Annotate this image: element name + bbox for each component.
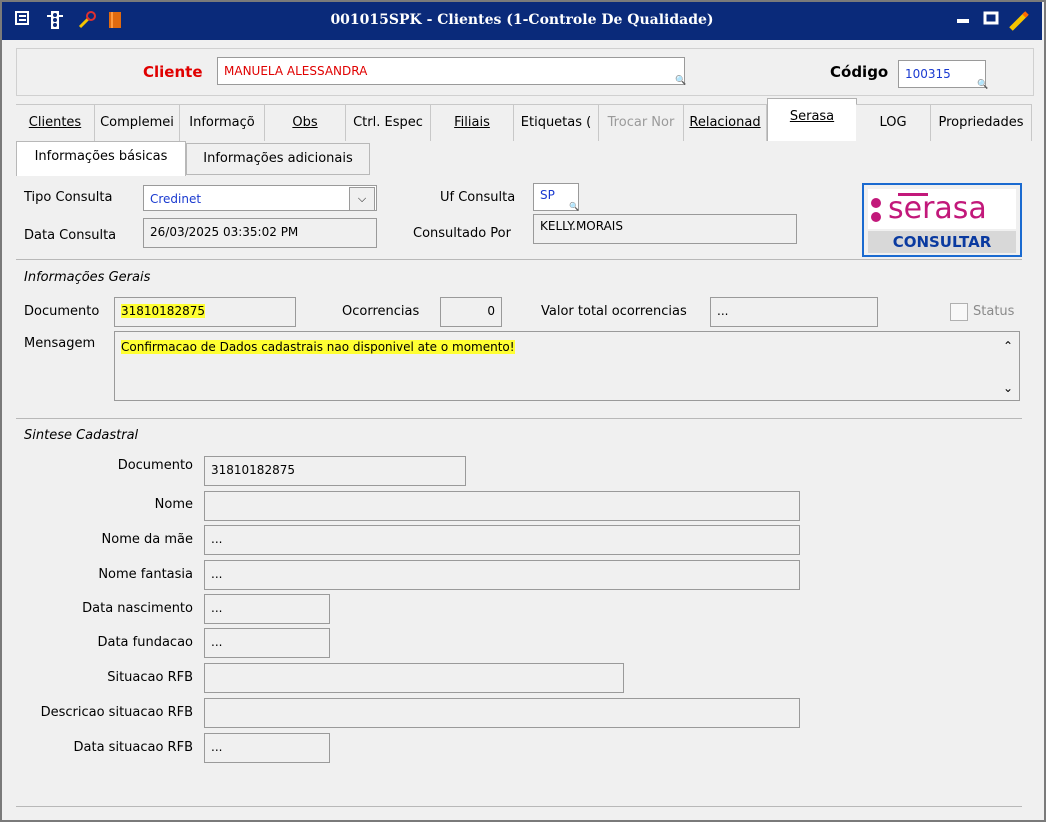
- codigo-input[interactable]: 100315: [898, 60, 986, 88]
- mensagem-textarea[interactable]: Confirmacao de Dados cadastrais nao disp…: [114, 331, 1020, 401]
- separator-sintese: [16, 418, 1022, 419]
- sintese-nome-mae-label: Nome da mãe: [101, 532, 193, 547]
- sintese-data-situacao-rfb-value: ...: [211, 740, 223, 754]
- tab-etiquetas[interactable]: Etiquetas (: [514, 104, 599, 141]
- consultado-por-value: KELLY.MORAIS: [540, 219, 623, 233]
- data-consulta-field: 26/03/2025 03:35:02 PM: [143, 218, 377, 248]
- documento-label: Documento: [24, 304, 100, 319]
- sintese-descricao-rfb-field: [204, 698, 800, 728]
- sintese-nome-fantasia-value: ...: [211, 567, 223, 581]
- sintese-nome-fantasia-field: ...: [204, 560, 800, 590]
- title-bar: 001015SPK - Clientes (1-Controle De Qual…: [2, 2, 1042, 40]
- informacoes-gerais-heading: Informações Gerais: [24, 270, 151, 285]
- sintese-data-nascimento-field: ...: [204, 594, 330, 624]
- cliente-input[interactable]: MANUELA ALESSANDRA: [217, 57, 685, 85]
- cliente-value: MANUELA ALESSANDRA: [224, 64, 368, 78]
- codigo-label: Código: [830, 63, 889, 81]
- tab-informacoes[interactable]: Informaçõ: [180, 104, 265, 141]
- sintese-data-nascimento-value: ...: [211, 601, 223, 615]
- ocorrencias-field: 0: [440, 297, 502, 327]
- sintese-descricao-rfb-label: Descricao situacao RFB: [40, 705, 193, 720]
- sintese-situacao-rfb-label: Situacao RFB: [107, 670, 193, 685]
- mensagem-label: Mensagem: [24, 336, 96, 351]
- status-label: Status: [973, 304, 1015, 319]
- uf-consulta-value: SP: [540, 188, 555, 202]
- tipo-consulta-select[interactable]: Credinet: [143, 185, 377, 211]
- tab-obs[interactable]: Obs: [265, 104, 346, 141]
- uf-search-icon[interactable]: 🔍: [569, 202, 579, 211]
- sintese-nome-field: [204, 491, 800, 521]
- valor-total-field: ...: [710, 297, 878, 327]
- ocorrencias-value: 0: [487, 304, 495, 318]
- tab-filiais[interactable]: Filiais: [431, 104, 514, 141]
- separator-gerais: [16, 259, 1022, 260]
- cliente-label: Cliente: [143, 63, 203, 81]
- sintese-data-fundacao-value: ...: [211, 635, 223, 649]
- sintese-data-situacao-rfb-field: ...: [204, 733, 330, 763]
- tab-propriedades[interactable]: Propriedades: [931, 104, 1032, 141]
- consultar-button[interactable]: serasa CONSULTAR: [862, 183, 1022, 257]
- sintese-documento-field: 31810182875: [204, 456, 466, 486]
- valor-total-value: ...: [717, 304, 729, 318]
- sintese-data-fundacao-field: ...: [204, 628, 330, 658]
- valor-total-label: Valor total ocorrencias: [541, 304, 687, 319]
- tab-relacionados[interactable]: Relacionad: [684, 104, 767, 141]
- sintese-data-nascimento-label: Data nascimento: [82, 601, 193, 616]
- sintese-nome-label: Nome: [154, 497, 193, 512]
- tab-log[interactable]: LOG: [856, 104, 931, 141]
- status-checkbox[interactable]: [950, 303, 968, 321]
- consultado-por-label: Consultado Por: [413, 226, 511, 241]
- minimize-icon[interactable]: [952, 10, 974, 32]
- data-consulta-value: 26/03/2025 03:35:02 PM: [150, 225, 299, 239]
- tipo-consulta-label: Tipo Consulta: [24, 190, 113, 205]
- serasa-logo-text: serasa: [888, 191, 987, 226]
- tab-serasa[interactable]: Serasa: [767, 98, 857, 141]
- consultado-por-field: KELLY.MORAIS: [533, 214, 797, 244]
- sintese-nome-mae-field: ...: [204, 525, 800, 555]
- sintese-documento-value: 31810182875: [211, 463, 295, 477]
- sintese-data-fundacao-label: Data fundacao: [97, 635, 193, 650]
- tab-complemento[interactable]: Complemei: [95, 104, 180, 141]
- sintese-cadastral-heading: Sintese Cadastral: [24, 428, 139, 443]
- codigo-value: 100315: [905, 67, 951, 81]
- sintese-nome-fantasia-label: Nome fantasia: [98, 567, 193, 582]
- documento-value: 31810182875: [121, 304, 205, 318]
- sintese-nome-mae-value: ...: [211, 532, 223, 546]
- subtab-informacoes-basicas[interactable]: Informações básicas: [16, 141, 186, 176]
- tab-ctrl-espec[interactable]: Ctrl. Espec: [346, 104, 431, 141]
- sintese-data-situacao-rfb-label: Data situacao RFB: [73, 740, 194, 755]
- maximize-icon[interactable]: [980, 10, 1002, 32]
- consultar-button-label: CONSULTAR: [868, 231, 1016, 253]
- sintese-documento-label: Documento: [117, 458, 193, 473]
- pencil-icon[interactable]: [1008, 10, 1030, 32]
- tab-trocar-nome: Trocar Nor: [599, 104, 684, 141]
- chevron-down-icon[interactable]: ⌵: [349, 187, 375, 211]
- codigo-search-icon[interactable]: 🔍: [977, 80, 988, 90]
- data-consulta-label: Data Consulta: [24, 228, 117, 243]
- bottom-border: [16, 806, 1022, 807]
- scroll-down-icon[interactable]: ⌄: [998, 378, 1018, 398]
- sintese-situacao-rfb-field: [204, 663, 624, 693]
- documento-field: 31810182875: [114, 297, 296, 327]
- cliente-search-icon[interactable]: 🔍: [675, 76, 686, 86]
- serasa-logo: serasa: [868, 189, 1016, 229]
- mensagem-value: Confirmacao de Dados cadastrais nao disp…: [121, 340, 515, 354]
- ocorrencias-label: Ocorrencias: [342, 304, 420, 319]
- tab-clientes[interactable]: Clientes: [16, 104, 95, 141]
- scroll-up-icon[interactable]: ⌃: [998, 336, 1018, 356]
- uf-consulta-label: Uf Consulta: [440, 190, 516, 205]
- subtab-informacoes-adicionais[interactable]: Informações adicionais: [186, 143, 370, 175]
- tipo-consulta-value: Credinet: [150, 192, 202, 206]
- window-title: 001015SPK - Clientes (1-Controle De Qual…: [330, 12, 714, 28]
